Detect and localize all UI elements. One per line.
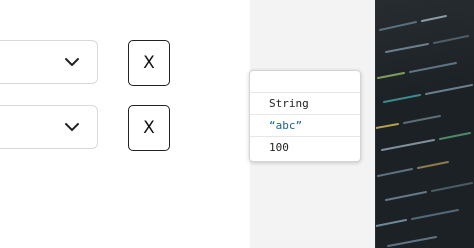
popover-spacer-row bbox=[250, 71, 360, 93]
remove-row-button-2[interactable]: X bbox=[128, 105, 170, 151]
popover-item-type[interactable]: String bbox=[250, 92, 360, 114]
type-suggestion-popover: String “abc” 100 bbox=[249, 70, 361, 162]
code-lines-image bbox=[376, 15, 473, 247]
popover-item-string-example[interactable]: “abc” bbox=[250, 114, 360, 136]
code-screen-photo bbox=[376, 0, 474, 248]
chevron-down-icon bbox=[65, 123, 79, 131]
value-select-2[interactable] bbox=[0, 105, 98, 149]
form-pane: X X bbox=[0, 0, 250, 248]
popover-item-number-example[interactable]: 100 bbox=[250, 136, 360, 158]
remove-row-button-1[interactable]: X bbox=[128, 40, 170, 86]
chevron-down-icon bbox=[65, 58, 79, 66]
value-select-1[interactable] bbox=[0, 40, 98, 84]
